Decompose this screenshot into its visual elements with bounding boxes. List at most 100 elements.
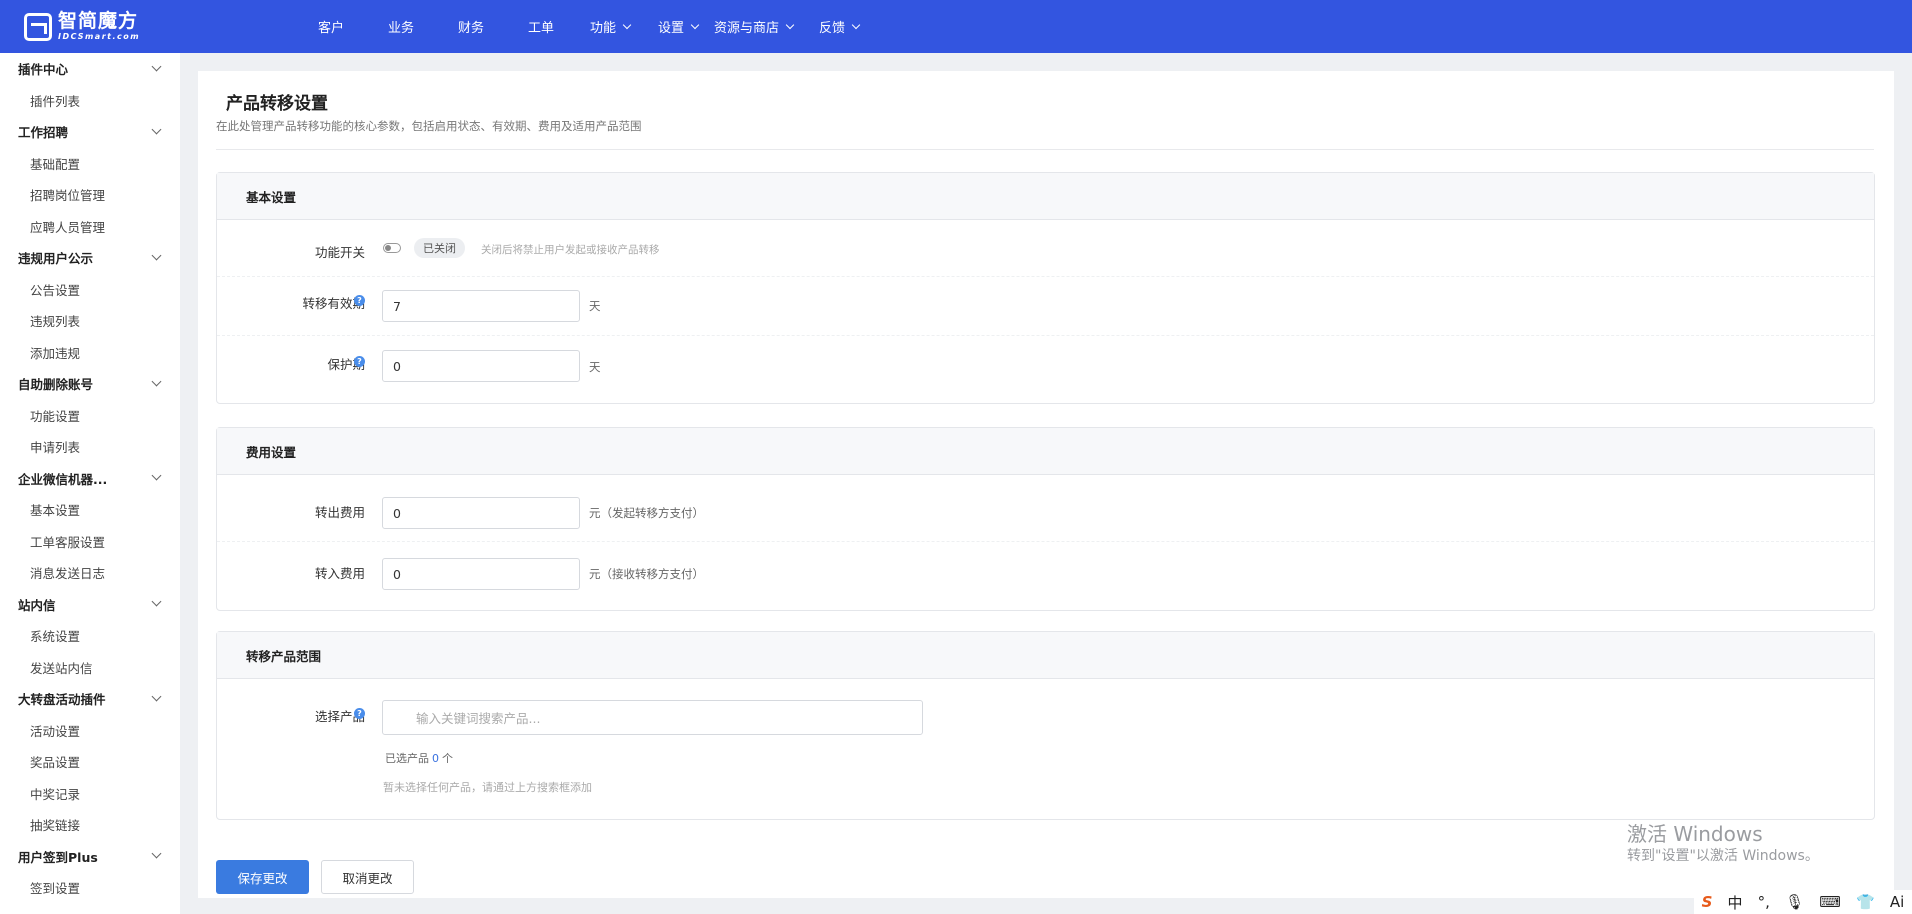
sidebar-group-wecom-bot[interactable]: 企业微信机器... [0, 463, 180, 495]
protection-input[interactable]: 0 [382, 350, 580, 382]
save-button[interactable]: 保存更改 [216, 860, 309, 894]
chevron-down-icon [151, 691, 162, 702]
fee-settings-card: 费用设置 转出费用 0 元（发起转移方支付） 转入费用 0 元（接收转移方支付） [216, 427, 1875, 611]
sidebar-group-lucky-wheel[interactable]: 大转盘活动插件 [0, 683, 180, 715]
chevron-down-icon [851, 20, 861, 29]
form-row-switch: 功能开关 已关闭 关闭后将禁止用户发起或接收产品转移 [217, 220, 1874, 277]
nav-item-business[interactable]: 业务 [388, 0, 458, 53]
main-nav: 客户 业务 财务 工单 功能 设置 资源与商店 反馈 [294, 0, 879, 53]
chevron-down-icon [151, 376, 162, 387]
logo-icon [24, 12, 52, 41]
nav-item-resources-store[interactable]: 资源与商店 [714, 0, 819, 53]
out-fee-input[interactable]: 0 [382, 497, 580, 529]
nav-item-tickets[interactable]: 工单 [528, 0, 590, 53]
page-title: 产品转移设置 [226, 94, 328, 114]
ime-mode-indicator[interactable]: 中 [1728, 892, 1743, 913]
sidebar-item-basic-config[interactable]: 基础配置 [0, 148, 180, 180]
chevron-down-icon [151, 250, 162, 261]
punctuation-icon[interactable]: °, [1758, 893, 1770, 911]
sidebar-item-send-internal-mail[interactable]: 发送站内信 [0, 652, 180, 684]
brand-domain: IDCSmart.com [58, 32, 141, 41]
nav-item-features[interactable]: 功能 [590, 0, 658, 53]
card-title: 转移产品范围 [217, 632, 1874, 679]
system-tray: S 中 °, 🎙 ⌨ 👕 Ai [1694, 890, 1912, 914]
sidebar-item-winning-records[interactable]: 中奖记录 [0, 778, 180, 810]
sidebar-item-add-violation[interactable]: 添加违规 [0, 337, 180, 369]
product-scope-card: 转移产品范围 选择产品 ? 输入关键词搜索产品... 已选产品 0 个 暂未选择任何… [216, 631, 1875, 820]
sidebar-group-checkin-plus[interactable]: 用户签到Plus [0, 841, 180, 873]
help-icon[interactable]: ? [354, 295, 365, 306]
sidebar-item-applicant-management[interactable]: 应聘人员管理 [0, 211, 180, 243]
sidebar-item-feature-settings[interactable]: 功能设置 [0, 400, 180, 432]
switch-hint: 关闭后将禁止用户发起或接收产品转移 [481, 244, 660, 256]
microphone-icon[interactable]: 🎙 [1785, 893, 1804, 911]
help-icon[interactable]: ? [354, 708, 365, 719]
sidebar-item-violation-list[interactable]: 违规列表 [0, 305, 180, 337]
unit-label: 元（发起转移方支付） [589, 506, 704, 520]
form-row-product-select: 选择产品 ? 输入关键词搜索产品... 已选产品 0 个 暂未选择任何产品，请通过上… [217, 679, 1874, 819]
card-title: 基本设置 [217, 173, 1874, 220]
sidebar: 插件中心 插件列表 工作招聘 基础配置 招聘岗位管理 应聘人员管理 违规用户公示… [0, 53, 180, 914]
help-icon[interactable]: ? [354, 356, 365, 367]
empty-state-text: 暂未选择任何产品，请通过上方搜索框添加 [383, 781, 592, 794]
chevron-down-icon [151, 61, 162, 72]
form-row-in-fee: 转入费用 0 元（接收转移方支付） [217, 542, 1874, 610]
chevron-down-icon [151, 124, 162, 135]
keyboard-icon[interactable]: ⌨ [1819, 893, 1841, 911]
sidebar-item-lottery-link[interactable]: 抽奖链接 [0, 809, 180, 841]
brand-name: 智简魔方 [58, 10, 139, 32]
basic-settings-card: 基本设置 功能开关 已关闭 关闭后将禁止用户发起或接收产品转移 转移有效期 ? … [216, 172, 1875, 404]
sidebar-group-self-delete-account[interactable]: 自助删除账号 [0, 368, 180, 400]
ai-assistant-icon[interactable]: Ai [1890, 893, 1904, 911]
chevron-down-icon [622, 20, 632, 29]
nav-item-finance[interactable]: 财务 [458, 0, 528, 53]
status-badge: 已关闭 [414, 238, 465, 258]
form-row-out-fee: 转出费用 0 元（发起转移方支付） [217, 475, 1874, 542]
sidebar-item-request-list[interactable]: 申请列表 [0, 431, 180, 463]
cancel-button[interactable]: 取消更改 [321, 860, 414, 894]
sidebar-item-plugin-list[interactable]: 插件列表 [0, 85, 180, 117]
sidebar-item-prize-settings[interactable]: 奖品设置 [0, 746, 180, 778]
chevron-down-icon [151, 596, 162, 607]
unit-label: 元（接收转移方支付） [589, 567, 704, 581]
sidebar-item-message-log[interactable]: 消息发送日志 [0, 557, 180, 589]
brand-logo[interactable]: 智简魔方 IDCSmart.com [24, 12, 294, 41]
feature-toggle[interactable] [383, 243, 401, 253]
sidebar-item-notice-settings[interactable]: 公告设置 [0, 274, 180, 306]
field-label: 功能开关 [314, 245, 365, 260]
product-search-input[interactable]: 输入关键词搜索产品... [382, 700, 923, 735]
sidebar-item-basic-settings[interactable]: 基本设置 [0, 494, 180, 526]
unit-label: 天 [589, 360, 601, 374]
skin-icon[interactable]: 👕 [1856, 893, 1875, 911]
sidebar-item-checkin-settings[interactable]: 签到设置 [0, 872, 180, 904]
chevron-down-icon [151, 470, 162, 481]
sidebar-item-ticket-service-settings[interactable]: 工单客服设置 [0, 526, 180, 558]
form-row-protection: 保护期 ? 0 天 [217, 336, 1874, 403]
main-content: 产品转移设置 在此处管理产品转移功能的核心参数，包括启用状态、有效期、费用及适用… [198, 71, 1894, 898]
chevron-down-icon [785, 20, 795, 29]
validity-input[interactable]: 7 [382, 290, 580, 322]
sidebar-item-system-settings[interactable]: 系统设置 [0, 620, 180, 652]
sogou-ime-icon[interactable]: S [1702, 893, 1713, 911]
selected-count: 0 [432, 752, 439, 765]
card-title: 费用设置 [217, 428, 1874, 475]
sidebar-item-activity-settings[interactable]: 活动设置 [0, 715, 180, 747]
chevron-down-icon [690, 20, 700, 29]
page-description: 在此处管理产品转移功能的核心参数，包括启用状态、有效期、费用及适用产品范围 [216, 119, 642, 133]
sidebar-item-job-management[interactable]: 招聘岗位管理 [0, 179, 180, 211]
nav-item-customers[interactable]: 客户 [318, 0, 388, 53]
field-label: 转出费用 [314, 505, 365, 520]
unit-label: 天 [589, 299, 601, 313]
form-row-validity: 转移有效期 ? 7 天 [217, 277, 1874, 336]
sidebar-group-recruitment[interactable]: 工作招聘 [0, 116, 180, 148]
sidebar-group-internal-mail[interactable]: 站内信 [0, 589, 180, 621]
divider [216, 149, 1874, 150]
in-fee-input[interactable]: 0 [382, 558, 580, 590]
windows-activation-watermark: 激活 Windows 转到"设置"以激活 Windows。 [1627, 822, 1819, 864]
nav-item-settings[interactable]: 设置 [658, 0, 714, 53]
nav-item-feedback[interactable]: 反馈 [819, 0, 879, 53]
chevron-down-icon [151, 848, 162, 859]
sidebar-group-violation-users[interactable]: 违规用户公示 [0, 242, 180, 274]
sidebar-group-plugin-center[interactable]: 插件中心 [0, 53, 180, 85]
selected-count-text: 已选产品 0 个 [385, 752, 453, 765]
